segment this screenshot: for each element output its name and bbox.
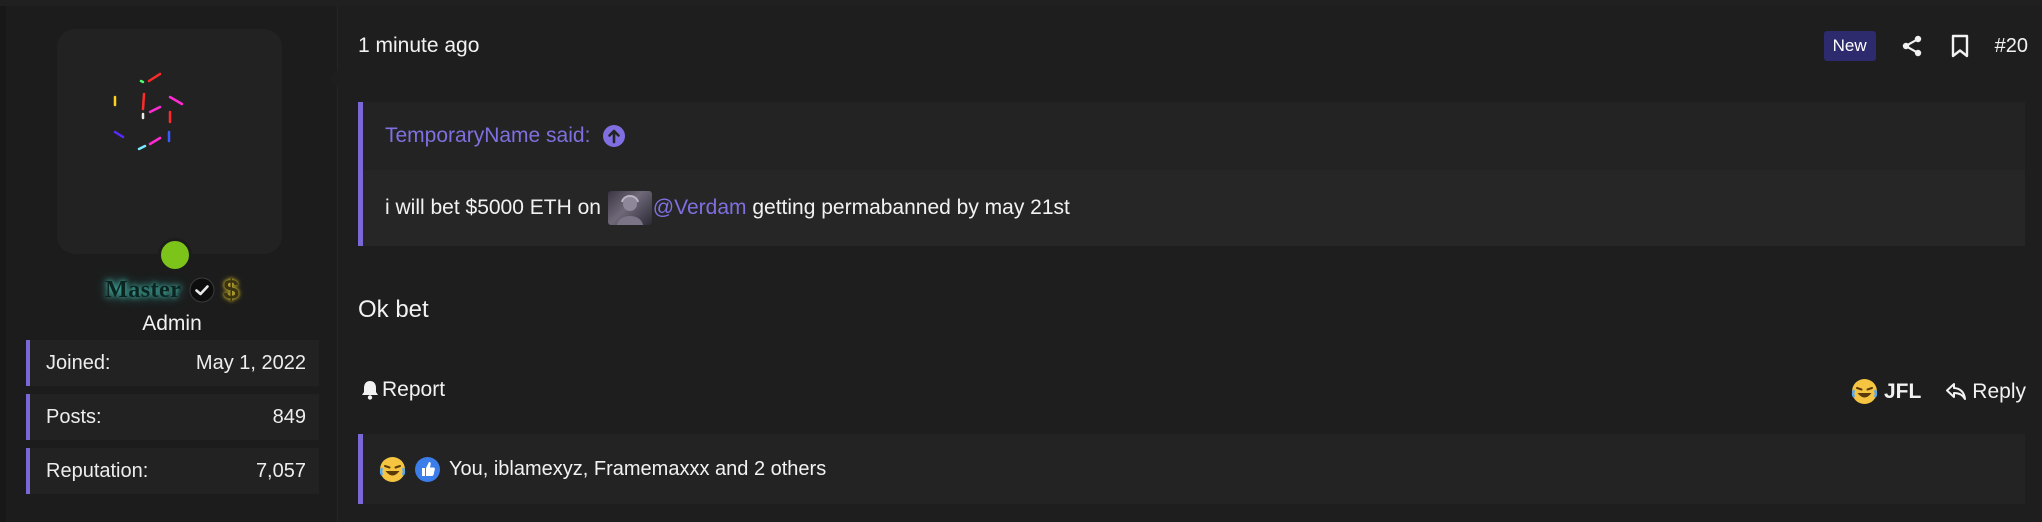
post-message: Ok bet [358,296,429,323]
verified-badge-icon [189,277,215,303]
avatar[interactable] [57,29,282,254]
report-label: Report [382,378,446,401]
bell-icon [362,381,378,400]
reply-button[interactable]: Reply [1945,380,2026,404]
quote-text-before: i will bet $5000 ETH on [385,196,607,219]
quote-body: i will bet $5000 ETH on @Verdam getting … [363,170,2025,246]
stat-joined: Joined: May 1, 2022 [26,340,319,386]
username-row: Master $ [6,272,338,308]
quote-header: TemporaryName said: [363,102,2025,170]
stat-value: 7,057 [255,459,306,482]
quote-text-after: getting permabanned by may 21st [746,196,1070,219]
dollar-sign-icon: $ [223,274,239,305]
online-status-indicator [158,238,192,272]
bookmark-icon [1951,34,1968,58]
stat-reputation: Reputation: 7,057 [26,448,319,494]
reply-label: Reply [1972,379,2026,403]
avatar-art-icon [113,72,184,151]
post-main: 1 minute ago New #20 TemporaryName said: [338,6,2042,522]
jfl-label: JFL [1883,379,1922,403]
share-button[interactable] [1895,29,1929,63]
report-button[interactable]: Report [360,378,445,402]
reply-arrow-icon [1946,382,1967,400]
stat-posts: Posts: 849 [26,394,319,440]
mention-link[interactable]: @Verdam [653,196,747,220]
jfl-reaction-button[interactable]: JFL [1851,378,1921,405]
post-footer-actions: JFL Reply [1851,378,2026,405]
quote-author-link[interactable]: TemporaryName said: [385,124,590,148]
thumbs-up-icon [415,456,440,482]
laughing-crying-emoji-icon [1851,379,1878,404]
arrow-up-circle-icon[interactable] [602,124,626,148]
quote-block: TemporaryName said: i will bet $5000 ETH… [358,102,2025,246]
stat-label: Joined: [46,351,111,374]
stat-value: May 1, 2022 [195,351,306,374]
mention-avatar-image-icon [616,195,643,225]
post-number-link[interactable]: #20 [1995,35,2028,58]
post-header-actions: New #20 [1823,29,2028,63]
reactions-summary-link[interactable]: You, iblamexyz, Framemaxxx and 2 others [449,458,826,481]
user-sidebar: Master $ Admin Joined: May 1, 2022 Posts… [6,6,344,522]
user-title: Admin [142,312,202,335]
stat-label: Reputation: [46,459,149,482]
stat-label: Posts: [46,405,102,428]
mention-avatar[interactable] [607,191,652,225]
new-badge: New [1823,31,1876,61]
username[interactable]: Master [105,277,181,304]
stat-value: 849 [272,405,306,428]
bookmark-button[interactable] [1943,29,1977,63]
share-icon [1902,35,1921,57]
post-date[interactable]: 1 minute ago [358,34,479,58]
laughing-crying-emoji-icon [379,456,406,482]
reactions-bar[interactable]: You, iblamexyz, Framemaxxx and 2 others [358,434,2025,504]
